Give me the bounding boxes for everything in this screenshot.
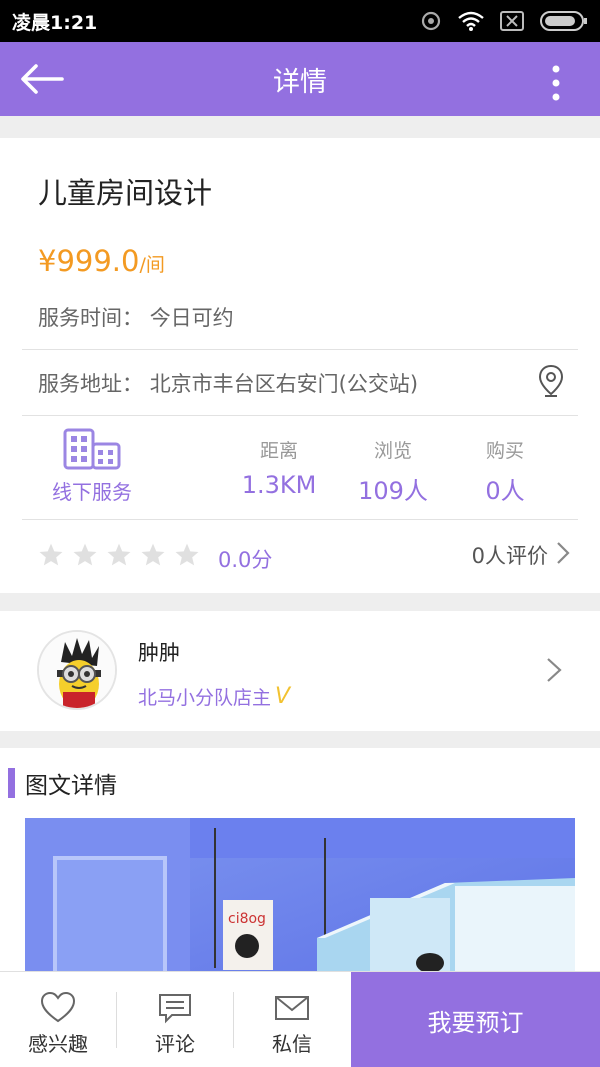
seller-role: 北马小分队店主 V [138, 683, 290, 710]
status-bar: 凌晨1:21 [0, 0, 600, 42]
price-amount: ¥999.0 [38, 244, 140, 278]
service-time-value: 今日可约 [149, 306, 234, 330]
mail-icon [234, 992, 350, 1024]
rating-row: 0.0分 0人评价 [38, 540, 570, 572]
stat-views: 浏览 109人 [338, 436, 448, 506]
star-icon [140, 542, 166, 568]
section-marker [8, 768, 15, 798]
stat-distance: 距离 1.3KM [224, 436, 334, 499]
svg-text:ci8og: ci8og [228, 911, 266, 927]
service-address-value: 北京市丰台区右安门(公交站) [149, 372, 419, 396]
offline-service: 线下服务 [44, 428, 140, 505]
service-time-label: 服务时间： [38, 306, 143, 330]
section-title: 图文详情 [25, 773, 117, 799]
divider [22, 415, 578, 416]
price-unit: /间 [139, 254, 165, 276]
back-arrow-icon[interactable] [18, 62, 66, 96]
wifi-icon [458, 11, 484, 31]
seller-role-label: 北马小分队店主 [138, 687, 272, 709]
rating-stars [38, 542, 200, 568]
verified-badge: V [275, 684, 291, 709]
stat-value: 109人 [358, 477, 428, 505]
interested-label: 感兴趣 [28, 1032, 88, 1056]
star-icon [72, 542, 98, 568]
battery-icon [540, 10, 588, 32]
comment-label: 评论 [155, 1032, 195, 1056]
status-time: 凌晨1:21 [12, 11, 98, 34]
comment-button[interactable]: 评论 [117, 972, 233, 1067]
stat-label: 距离 [259, 440, 298, 462]
message-label: 私信 [272, 1032, 312, 1056]
hotspot-icon [420, 10, 442, 32]
divider [22, 519, 578, 520]
stat-purchases: 购买 0人 [450, 436, 560, 506]
star-icon [38, 542, 64, 568]
divider [22, 349, 578, 350]
stat-value: 1.3KM [241, 471, 317, 499]
service-address-row: 服务地址： 北京市丰台区右安门(公交站) [38, 368, 418, 398]
service-card: 儿童房间设计 ¥999.0/间 服务时间： 今日可约 服务地址： 北京市丰台区右… [0, 138, 600, 593]
page-title: 详情 [273, 66, 327, 98]
seller-name: 肿肿 [138, 641, 180, 665]
stat-label: 浏览 [373, 440, 412, 462]
message-button[interactable]: 私信 [234, 972, 350, 1067]
seller-card[interactable]: 肿肿 北马小分队店主 V [0, 611, 600, 731]
service-time-row: 服务时间： 今日可约 [38, 302, 234, 332]
comment-icon [117, 992, 233, 1024]
book-button[interactable]: 我要预订 [351, 972, 600, 1067]
star-icon [174, 542, 200, 568]
reviews-link[interactable]: 0人评价 [472, 540, 570, 570]
heart-icon [0, 992, 116, 1024]
interested-button[interactable]: 感兴趣 [0, 972, 116, 1067]
offline-service-label: 线下服务 [52, 480, 132, 504]
stat-label: 购买 [485, 440, 524, 462]
location-pin-icon[interactable] [538, 364, 564, 398]
review-count: 0人评价 [471, 544, 548, 568]
no-sim-icon [500, 11, 524, 31]
section-header: 图文详情 [8, 766, 117, 800]
bottom-action-bar: 感兴趣 评论 私信 我要预订 [0, 971, 600, 1067]
building-icon [44, 428, 140, 470]
chevron-right-icon [556, 541, 570, 569]
stat-value: 0人 [485, 477, 525, 505]
rating-score: 0.0分 [218, 548, 273, 572]
chevron-right-icon [546, 657, 562, 687]
service-title: 儿童房间设计 [38, 176, 213, 210]
star-icon [106, 542, 132, 568]
price: ¥999.0/间 [38, 244, 165, 278]
nav-bar: 详情 [0, 42, 600, 116]
avatar [37, 630, 117, 710]
service-address-label: 服务地址： [38, 372, 143, 396]
details-section: 图文详情 ci8og [0, 748, 600, 1018]
more-menu-icon[interactable] [550, 64, 562, 104]
